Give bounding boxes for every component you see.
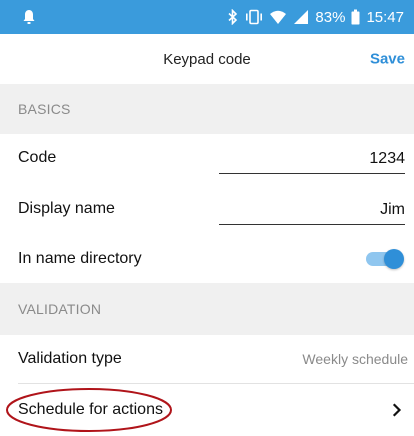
display-name-input[interactable] <box>219 195 405 225</box>
name-directory-toggle[interactable] <box>366 249 404 269</box>
code-input[interactable] <box>219 144 405 174</box>
save-button[interactable]: Save <box>370 51 405 68</box>
notification-bell-icon <box>22 9 36 25</box>
validation-type-value: Weekly schedule <box>302 351 408 367</box>
battery-percent: 83% <box>315 8 346 26</box>
page-title: Keypad code <box>163 50 251 68</box>
section-header-basics: BASICS <box>0 84 414 134</box>
toggle-thumb <box>384 249 404 269</box>
chevron-right-icon <box>392 403 402 417</box>
validation-type-row[interactable]: Validation type Weekly schedule <box>0 335 414 383</box>
schedule-row[interactable]: Schedule for actions <box>0 384 414 436</box>
status-time: 15:47 <box>366 8 404 26</box>
schedule-label: Schedule for actions <box>18 401 163 418</box>
code-label: Code <box>18 149 57 166</box>
code-row: Code <box>0 134 414 182</box>
status-bar: 83% 15:47 <box>0 0 414 34</box>
name-directory-row: In name directory <box>0 234 414 283</box>
name-directory-label: In name directory <box>18 249 142 267</box>
wifi-icon <box>269 9 287 25</box>
bluetooth-icon <box>227 9 239 25</box>
display-name-label: Display name <box>18 200 115 217</box>
section-header-validation: VALIDATION <box>0 283 414 335</box>
validation-type-label: Validation type <box>18 350 122 367</box>
battery-icon <box>351 9 360 25</box>
display-name-row: Display name <box>0 184 414 234</box>
section-title-basics: BASICS <box>18 101 71 117</box>
cellular-signal-icon <box>293 9 309 25</box>
vibrate-icon <box>245 9 263 25</box>
app-header: Keypad code Save <box>0 34 414 84</box>
section-title-validation: VALIDATION <box>18 301 102 317</box>
